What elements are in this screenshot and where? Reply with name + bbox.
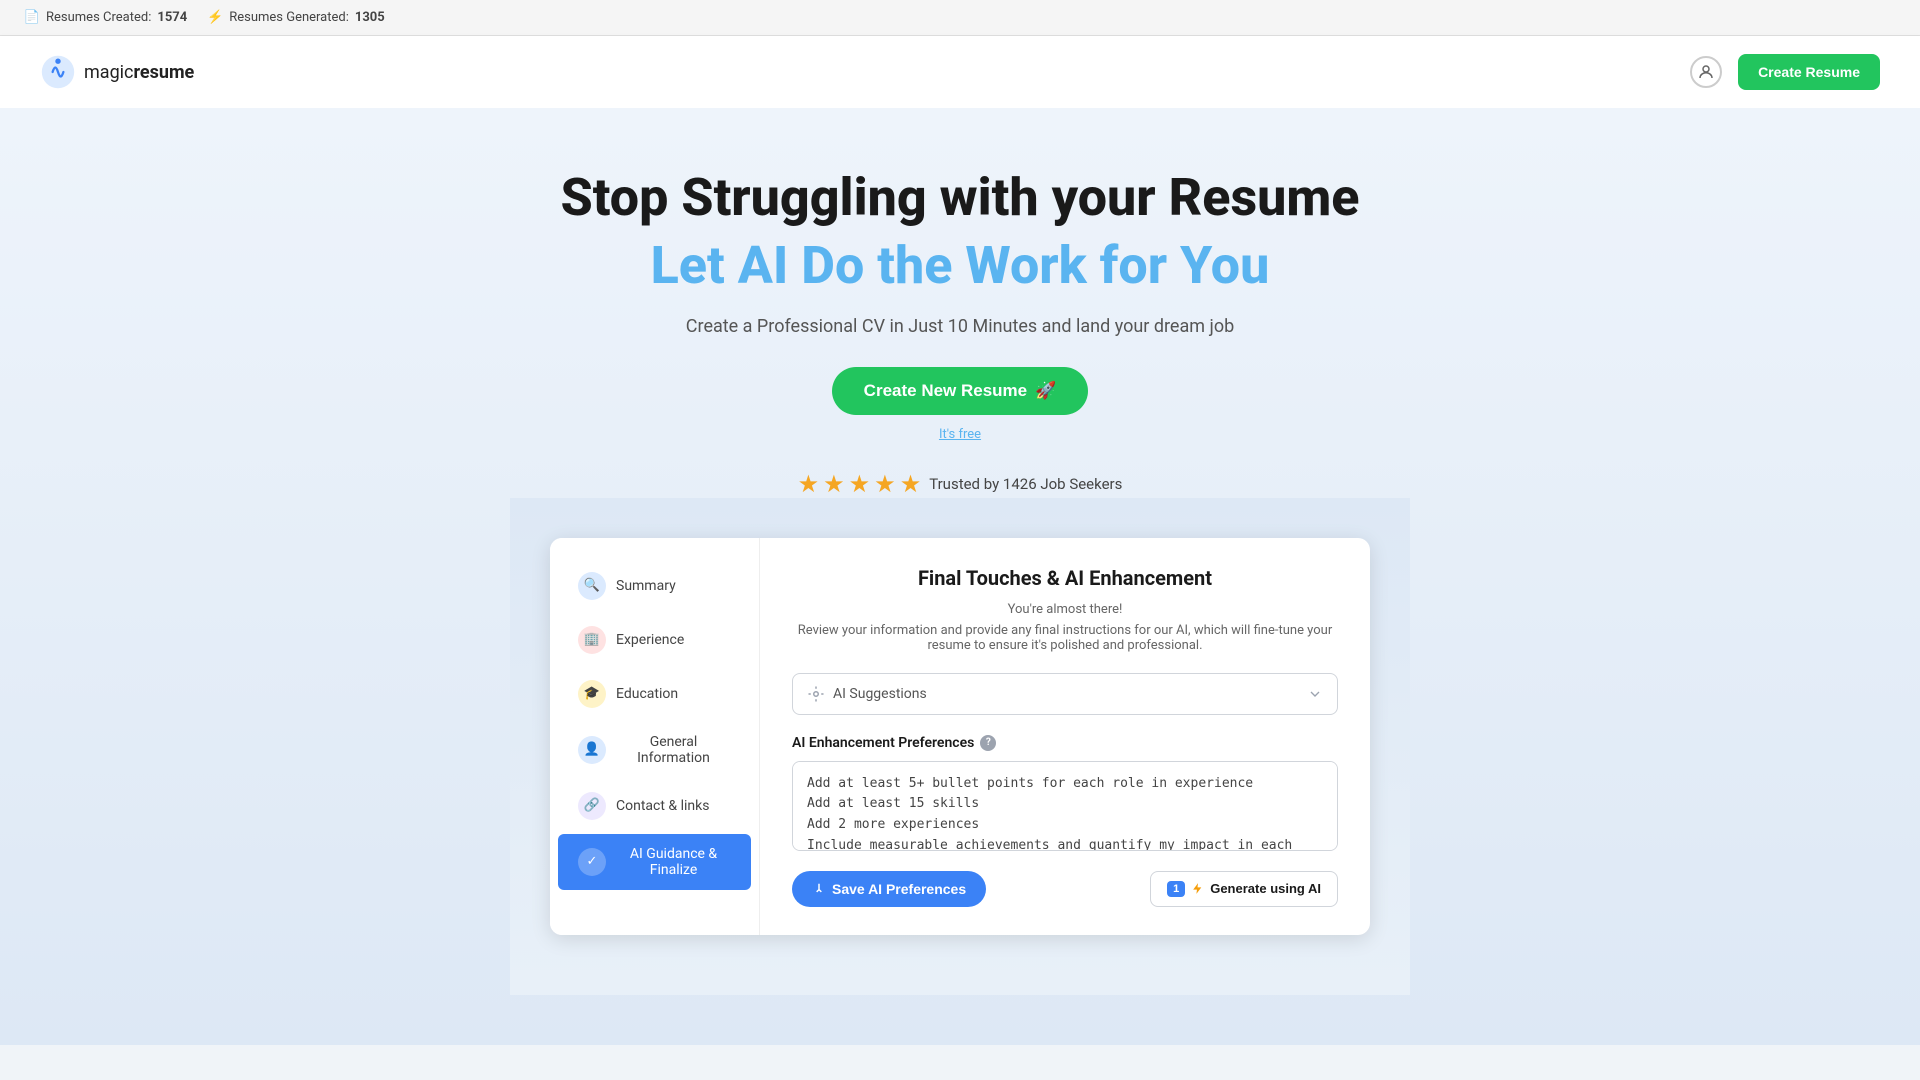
- resumes-created: 📄 Resumes Created: 1574: [24, 10, 187, 26]
- sidebar-item-summary[interactable]: 🔍 Summary: [558, 560, 751, 612]
- trusted-text: Trusted by 1426 Job Seekers: [929, 475, 1122, 493]
- stars-row: ★ ★ ★ ★ ★ Trusted by 1426 Job Seekers: [40, 470, 1880, 498]
- sidebar-education-label: Education: [616, 686, 678, 702]
- save-preferences-button[interactable]: Save AI Preferences: [792, 871, 986, 907]
- topbar: 📄 Resumes Created: 1574 ⚡ Resumes Genera…: [0, 0, 1920, 36]
- sidebar-item-general[interactable]: 👤 General Information: [558, 722, 751, 778]
- resumes-created-label: Resumes Created:: [46, 10, 151, 25]
- ai-suggestions-icon: [807, 685, 825, 703]
- sidebar-item-experience[interactable]: 🏢 Experience: [558, 614, 751, 666]
- experience-icon: 🏢: [578, 626, 606, 654]
- user-icon[interactable]: [1690, 56, 1722, 88]
- star-3: ★: [849, 470, 871, 498]
- hero-section: Stop Struggling with your Resume Let AI …: [0, 108, 1920, 1045]
- sidebar-ai-label: AI Guidance & Finalize: [616, 846, 731, 878]
- section-title: Final Touches & AI Enhancement: [792, 566, 1338, 590]
- summary-icon: 🔍: [578, 572, 606, 600]
- generate-badge: 1: [1167, 881, 1185, 897]
- ai-suggestions-label: AI Suggestions: [833, 686, 927, 702]
- hero-title-line2: Let AI Do the Work for You: [40, 236, 1880, 296]
- generate-ai-button[interactable]: 1 Generate using AI: [1150, 871, 1338, 907]
- sidebar-experience-label: Experience: [616, 632, 684, 648]
- resumes-created-count: 1574: [157, 10, 187, 25]
- contact-icon: 🔗: [578, 792, 606, 820]
- doc-icon: 📄: [24, 10, 40, 26]
- star-5: ★: [900, 470, 922, 498]
- resumes-generated: ⚡ Resumes Generated: 1305: [207, 10, 385, 26]
- demo-main: Final Touches & AI Enhancement You're al…: [760, 538, 1370, 935]
- resumes-generated-count: 1305: [355, 10, 385, 25]
- ai-icon: ✓: [578, 848, 606, 876]
- sidebar-summary-label: Summary: [616, 578, 676, 594]
- star-2: ★: [823, 470, 845, 498]
- header-right: Create Resume: [1690, 54, 1880, 90]
- section-desc2: Review your information and provide any …: [792, 623, 1338, 653]
- sidebar-item-education[interactable]: 🎓 Education: [558, 668, 751, 720]
- save-btn-label: Save AI Preferences: [832, 881, 966, 897]
- sidebar-item-ai[interactable]: ✓ AI Guidance & Finalize: [558, 834, 751, 890]
- generate-btn-label: Generate using AI: [1210, 881, 1321, 896]
- logo-icon: [40, 54, 76, 90]
- chevron-down-icon: [1307, 686, 1323, 702]
- header: magicresume Create Resume: [0, 36, 1920, 108]
- sidebar-item-contact[interactable]: 🔗 Contact & links: [558, 780, 751, 832]
- demo-actions: Save AI Preferences 1 Generate using AI: [792, 871, 1338, 907]
- logo-magic: magic: [84, 62, 133, 83]
- sidebar-contact-label: Contact & links: [616, 798, 709, 814]
- star-4: ★: [874, 470, 896, 498]
- cta-label: Create New Resume: [864, 381, 1027, 401]
- demo-sidebar: 🔍 Summary 🏢 Experience 🎓 Education 👤 Gen…: [550, 538, 760, 935]
- star-rating: ★ ★ ★ ★ ★: [798, 470, 922, 498]
- logo-resume: resume: [133, 62, 194, 83]
- ai-suggestions-dropdown[interactable]: AI Suggestions: [792, 673, 1338, 715]
- create-resume-button[interactable]: Create Resume: [1738, 54, 1880, 90]
- free-text[interactable]: It's free: [40, 427, 1880, 442]
- hero-title-line1: Stop Struggling with your Resume: [40, 168, 1880, 228]
- general-icon: 👤: [578, 736, 606, 764]
- lightning-icon: [1191, 882, 1204, 895]
- preferences-label: AI Enhancement Preferences ?: [792, 735, 1338, 751]
- hero-subtitle: Create a Professional CV in Just 10 Minu…: [40, 316, 1880, 337]
- section-desc1: You're almost there!: [792, 602, 1338, 617]
- create-new-resume-button[interactable]: Create New Resume 🚀: [832, 367, 1089, 415]
- education-icon: 🎓: [578, 680, 606, 708]
- resumes-generated-label: Resumes Generated:: [229, 10, 349, 25]
- star-1: ★: [798, 470, 820, 498]
- app-demo-wrapper: 🔍 Summary 🏢 Experience 🎓 Education 👤 Gen…: [510, 498, 1410, 995]
- save-icon: [812, 882, 826, 896]
- sidebar-general-label: General Information: [616, 734, 731, 766]
- preferences-textarea[interactable]: Add at least 5+ bullet points for each r…: [792, 761, 1338, 851]
- info-icon: ?: [980, 735, 996, 751]
- logo-text: magicresume: [84, 62, 194, 83]
- logo: magicresume: [40, 54, 194, 90]
- cta-wrapper: Create New Resume 🚀: [40, 367, 1880, 415]
- ai-suggestions-left: AI Suggestions: [807, 685, 927, 703]
- bolt-icon: ⚡: [207, 10, 223, 26]
- demo-card: 🔍 Summary 🏢 Experience 🎓 Education 👤 Gen…: [550, 538, 1370, 935]
- rocket-icon: 🚀: [1035, 381, 1056, 401]
- preferences-label-text: AI Enhancement Preferences: [792, 735, 974, 751]
